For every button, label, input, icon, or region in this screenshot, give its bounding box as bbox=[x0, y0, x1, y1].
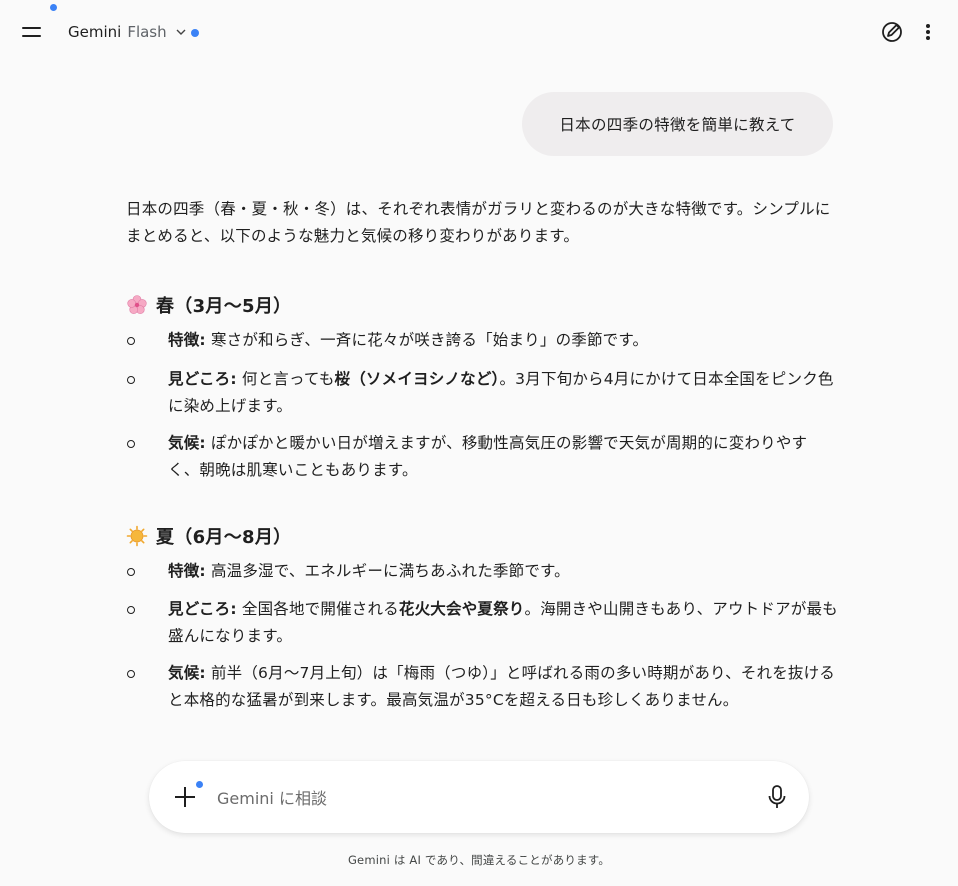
model-selector[interactable]: Gemini Flash bbox=[68, 20, 187, 44]
microphone-button[interactable] bbox=[765, 784, 789, 810]
more-vert-icon-dot bbox=[926, 30, 930, 34]
more-options-button[interactable] bbox=[916, 18, 940, 46]
prompt-bar bbox=[149, 761, 809, 833]
new-chat-button[interactable] bbox=[878, 18, 906, 46]
list-item: 気候: ぽかぽかと暖かい日が増えますが、移動性高気圧の影響で天気が周期的に変わり… bbox=[126, 430, 838, 484]
cherry-blossom-icon bbox=[127, 295, 147, 314]
point-text: ぽかぽかと暖かい日が増えますが、移動性高気圧の影響で天気が周期的に変わりやすく、… bbox=[168, 434, 808, 479]
bullet bbox=[127, 606, 135, 614]
spring-point-list: 特徴: 寒さが和らぎ、一斉に花々が咲き誇る「始まり」の季節です。 見どころ: 何… bbox=[126, 327, 838, 484]
response-intro: 日本の四季（春・夏・秋・冬）は、それぞれ表情がガラリと変わるのが大きな特徴です。… bbox=[126, 200, 831, 245]
list-item: 特徴: 寒さが和らぎ、一斉に花々が咲き誇る「始まり」の季節です。 bbox=[126, 327, 838, 354]
point-label: 特徴: bbox=[168, 562, 206, 580]
bullet bbox=[127, 440, 135, 448]
model-name: Gemini bbox=[68, 23, 122, 41]
point-highlight: 花火大会や夏祭り bbox=[398, 600, 525, 618]
bullet bbox=[127, 670, 135, 678]
point-text: 全国各地で開催される bbox=[241, 600, 399, 618]
bullet bbox=[127, 376, 135, 384]
bullet bbox=[127, 568, 135, 576]
point-text: 前半（6月〜7月上旬）は「梅雨（つゆ）」と呼ばれる雨の多い時期があり、それを抜け… bbox=[168, 664, 836, 709]
disclaimer-text: Gemini は AI であり、間違えることがあります。 bbox=[347, 853, 611, 867]
point-text: 寒さが和らぎ、一斉に花々が咲き誇る「始まり」の季節です。 bbox=[210, 331, 649, 349]
point-label: 見どころ: bbox=[168, 370, 237, 388]
add-attachment-button[interactable] bbox=[173, 785, 197, 809]
season-heading-summer: 夏（6月〜8月） bbox=[126, 523, 291, 549]
point-text: 何と言っても bbox=[241, 370, 335, 388]
model-update-dot bbox=[191, 29, 199, 37]
model-variant: Flash bbox=[127, 23, 167, 41]
attachment-update-dot bbox=[196, 781, 203, 788]
list-item: 特徴: 高温多湿で、エネルギーに満ちあふれた季節です。 bbox=[126, 558, 838, 585]
point-label: 気候: bbox=[168, 434, 206, 452]
point-label: 見どころ: bbox=[168, 600, 237, 618]
notification-dot bbox=[50, 4, 57, 11]
list-item: 気候: 前半（6月〜7月上旬）は「梅雨（つゆ）」と呼ばれる雨の多い時期があり、そ… bbox=[126, 660, 838, 714]
point-highlight: 桜（ソメイヨシノなど） bbox=[334, 370, 500, 388]
user-message: 日本の四季の特徴を簡単に教えて bbox=[522, 92, 833, 156]
top-bar: Gemini Flash bbox=[0, 0, 958, 64]
season-title: 春（3月〜5月） bbox=[156, 296, 292, 317]
more-vert-icon bbox=[926, 24, 930, 28]
point-text: 高温多湿で、エネルギーに満ちあふれた季節です。 bbox=[210, 562, 570, 580]
prompt-input[interactable] bbox=[215, 783, 739, 813]
point-label: 特徴: bbox=[168, 331, 206, 349]
chevron-down-icon bbox=[176, 29, 186, 35]
plus-icon-stroke bbox=[184, 787, 186, 807]
menu-icon-line bbox=[22, 35, 41, 37]
bullet bbox=[127, 337, 135, 345]
list-item: 見どころ: 何と言っても桜（ソメイヨシノなど）。3月下旬から4月にかけて日本全国… bbox=[126, 366, 838, 420]
main-menu-button[interactable] bbox=[14, 16, 48, 48]
sun-icon bbox=[126, 525, 148, 547]
summer-point-list: 特徴: 高温多湿で、エネルギーに満ちあふれた季節です。 見どころ: 全国各地で開… bbox=[126, 558, 838, 714]
list-item: 見どころ: 全国各地で開催される花火大会や夏祭り。海開きや山開きもあり、アウトド… bbox=[126, 596, 838, 650]
season-title: 夏（6月〜8月） bbox=[156, 527, 292, 548]
menu-icon bbox=[22, 27, 41, 29]
more-vert-icon-dot bbox=[926, 36, 930, 40]
season-heading-spring: 春（3月〜5月） bbox=[126, 292, 291, 318]
point-label: 気候: bbox=[168, 664, 206, 682]
model-response: 日本の四季（春・夏・秋・冬）は、それぞれ表情がガラリと変わるのが大きな特徴です。… bbox=[126, 196, 838, 709]
